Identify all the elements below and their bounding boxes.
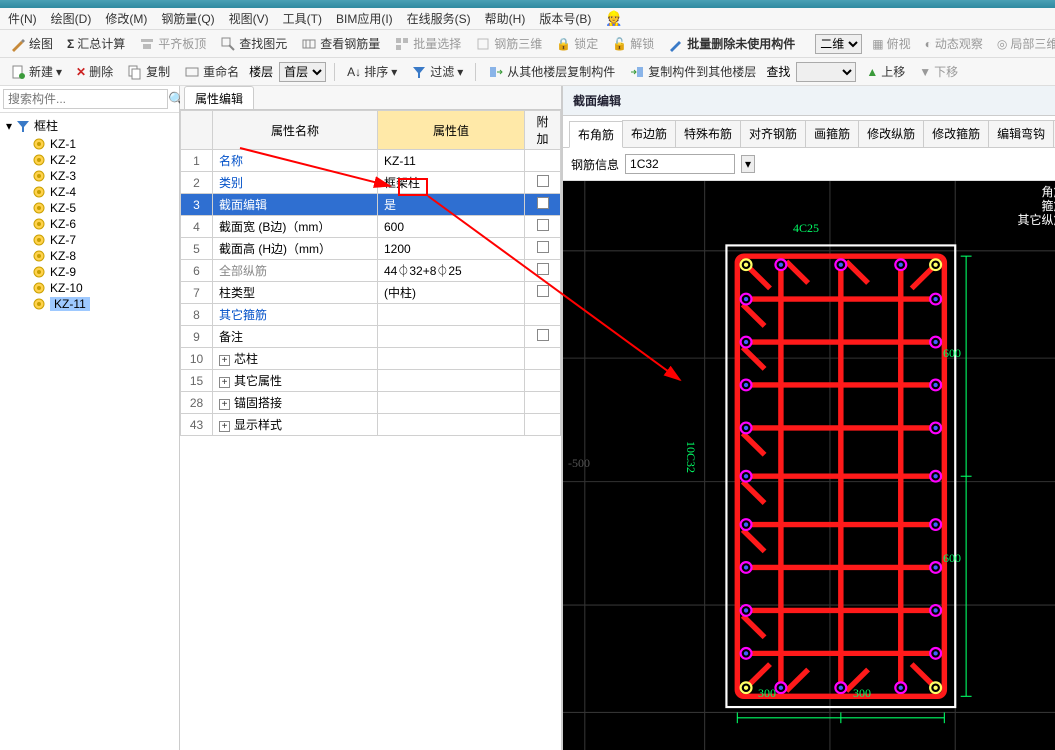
dyn-view-button[interactable]: ◐动态观察 <box>921 33 987 54</box>
tree-item-KZ-8[interactable]: KZ-8 <box>6 248 179 264</box>
tree-item-KZ-1[interactable]: KZ-1 <box>6 136 179 152</box>
prop-row-9[interactable]: 9备注 <box>181 326 561 348</box>
tab-mod-stirrup[interactable]: 修改箍筋 <box>923 120 989 147</box>
col-name: 属性名称 <box>213 111 378 150</box>
tab-property-edit[interactable]: 属性编辑 <box>184 86 254 109</box>
component-tree-panel: 🔍 ▾ 框柱 KZ-1KZ-2KZ-3KZ-4KZ-5KZ-6KZ-7KZ-8K… <box>0 86 180 750</box>
dim-600-1: 600 <box>943 346 961 361</box>
floor-combo[interactable]: 首层 <box>279 62 326 82</box>
rebar-3d-button[interactable]: 钢筋三维 <box>471 33 546 54</box>
find-label: 查找 <box>766 63 790 80</box>
prop-row-8[interactable]: 8其它箍筋 <box>181 304 561 326</box>
menu-help[interactable]: 帮助(H) <box>485 10 526 27</box>
prop-row-15[interactable]: 15+其它属性 <box>181 370 561 392</box>
dim-300-2: 300 <box>853 686 871 701</box>
tree-item-KZ-7[interactable]: KZ-7 <box>6 232 179 248</box>
prop-row-10[interactable]: 10+芯柱 <box>181 348 561 370</box>
menu-rebar[interactable]: 钢筋量(Q) <box>161 10 214 27</box>
menu-online[interactable]: 在线服务(S) <box>407 10 471 27</box>
tree-item-KZ-9[interactable]: KZ-9 <box>6 264 179 280</box>
prop-row-4[interactable]: 4截面宽 (B边)（mm）600 <box>181 216 561 238</box>
tree-item-KZ-10[interactable]: KZ-10 <box>6 280 179 296</box>
tree-root[interactable]: ▾ 框柱 <box>6 117 179 134</box>
menu-version[interactable]: 版本号(B) <box>539 10 591 27</box>
filter-icon <box>16 119 30 133</box>
menu-modify[interactable]: 修改(M) <box>105 10 147 27</box>
flat-button[interactable]: 平齐板顶 <box>135 33 210 54</box>
menu-tools[interactable]: 工具(T) <box>283 10 322 27</box>
draw-button[interactable]: 绘图 <box>6 33 57 54</box>
rebar-info-input[interactable] <box>625 154 735 174</box>
tab-stirrup[interactable]: 画箍筋 <box>805 120 859 147</box>
local3d-button[interactable]: ◎局部三维 <box>993 33 1055 54</box>
search-input[interactable] <box>3 89 168 109</box>
dropdown-icon[interactable]: ▾ <box>741 155 755 173</box>
tree-item-KZ-6[interactable]: KZ-6 <box>6 216 179 232</box>
tree-item-KZ-3[interactable]: KZ-3 <box>6 168 179 184</box>
prop-row-1[interactable]: 1名称KZ-11 <box>181 150 561 172</box>
tab-corner-bar[interactable]: 布角筋 <box>569 121 623 148</box>
new-button[interactable]: 新建 ▾ <box>6 61 66 82</box>
component-tree[interactable]: ▾ 框柱 KZ-1KZ-2KZ-3KZ-4KZ-5KZ-6KZ-7KZ-8KZ-… <box>0 113 179 750</box>
tree-item-KZ-2[interactable]: KZ-2 <box>6 152 179 168</box>
tab-edge-bar[interactable]: 布边筋 <box>622 120 676 147</box>
menu-bim[interactable]: BIM应用(I) <box>336 10 393 27</box>
tab-special[interactable]: 特殊布筋 <box>675 120 741 147</box>
dim-top: 4C25 <box>793 221 819 236</box>
unlock-button[interactable]: 🔓解锁 <box>608 33 658 54</box>
top-view-button[interactable]: ▦俯视 <box>868 33 914 54</box>
col-extra: 附加 <box>525 111 561 150</box>
menu-draw[interactable]: 绘图(D) <box>51 10 92 27</box>
copy-button[interactable]: 复制 <box>123 61 174 82</box>
find-element-button[interactable]: 查找图元 <box>216 33 291 54</box>
prop-row-2[interactable]: 2类别框架柱 <box>181 172 561 194</box>
prop-row-7[interactable]: 7柱类型(中柱) <box>181 282 561 304</box>
canvas-legend: 角筋 4C3 箍筋 C10 其它纵筋 20C <box>1017 185 1055 227</box>
prop-row-5[interactable]: 5截面高 (H边)（mm）1200 <box>181 238 561 260</box>
tab-align[interactable]: 对齐钢筋 <box>740 120 806 147</box>
dim-600-2: 600 <box>943 551 961 566</box>
menu-view[interactable]: 视图(V) <box>229 10 269 27</box>
tree-item-KZ-4[interactable]: KZ-4 <box>6 184 179 200</box>
filter-button[interactable]: 过滤 ▾ <box>407 61 467 82</box>
rename-button[interactable]: 重命名 <box>180 61 243 82</box>
prop-row-28[interactable]: 28+锚固搭接 <box>181 392 561 414</box>
view2d-combo[interactable]: 二维 <box>815 34 862 54</box>
rebar-qty-button[interactable]: 查看钢筋量 <box>297 33 384 54</box>
tab-mod-long[interactable]: 修改纵筋 <box>858 120 924 147</box>
copy-to-button[interactable]: 复制构件到其他楼层 <box>625 61 760 82</box>
floor-label: 楼层 <box>249 63 273 80</box>
tab-hook[interactable]: 编辑弯钩 <box>988 120 1054 147</box>
sum-button[interactable]: Σ 汇总计算 <box>63 33 129 54</box>
delete-button[interactable]: ✕删除 <box>72 61 117 82</box>
up-button[interactable]: ▲上移 <box>862 61 909 82</box>
rebar-info-label: 钢筋信息 <box>571 156 619 173</box>
property-panel: 属性编辑 属性名称 属性值 附加 1名称KZ-112类别框架柱3截面编辑是4截面… <box>180 86 562 750</box>
copy-from-button[interactable]: 从其他楼层复制构件 <box>484 61 619 82</box>
menu-file[interactable]: 件(N) <box>8 10 37 27</box>
section-editor-panel: 截面编辑 布角筋 布边筋 特殊布筋 对齐钢筋 画箍筋 修改纵筋 修改箍筋 编辑弯… <box>562 86 1055 750</box>
prop-row-43[interactable]: 43+显示样式 <box>181 414 561 436</box>
down-button[interactable]: ▼下移 <box>915 61 962 82</box>
menu-bar: 件(N) 绘图(D) 修改(M) 钢筋量(Q) 视图(V) 工具(T) BIM应… <box>0 8 1055 30</box>
batch-delete-button[interactable]: 批量删除未使用构件 <box>664 33 799 54</box>
dim-300-1: 300 <box>758 686 776 701</box>
prop-row-3[interactable]: 3截面编辑是 <box>181 194 561 216</box>
batch-select-button[interactable]: 批量选择 <box>390 33 465 54</box>
prop-row-6[interactable]: 6全部纵筋44⏀32+8⏀25 <box>181 260 561 282</box>
tree-item-KZ-5[interactable]: KZ-5 <box>6 200 179 216</box>
col-value: 属性值 <box>378 111 525 150</box>
property-table[interactable]: 属性名称 属性值 附加 1名称KZ-112类别框架柱3截面编辑是4截面宽 (B边… <box>180 110 561 436</box>
toolbar-1: 绘图 Σ 汇总计算 平齐板顶 查找图元 查看钢筋量 批量选择 钢筋三维 🔒锁定 … <box>0 30 1055 58</box>
section-tabs: 布角筋 布边筋 特殊布筋 对齐钢筋 画箍筋 修改纵筋 修改箍筋 编辑弯钩 端头 <box>563 116 1055 148</box>
lock-button[interactable]: 🔒锁定 <box>552 33 602 54</box>
find-combo[interactable] <box>796 62 856 82</box>
sort-button[interactable]: A↓排序 ▾ <box>343 61 401 82</box>
section-title: 截面编辑 <box>563 86 1055 116</box>
section-canvas[interactable]: 4C25 10C32 600 600 300 300 -500 500 角筋 4… <box>563 181 1055 750</box>
dim-left: 10C32 <box>683 441 698 473</box>
toolbar-2: 新建 ▾ ✕删除 复制 重命名 楼层 首层 A↓排序 ▾ 过滤 ▾ 从其他楼层复… <box>0 58 1055 86</box>
helmet-icon: 👷 <box>605 10 622 27</box>
tree-item-KZ-11[interactable]: KZ-11 <box>6 296 179 312</box>
